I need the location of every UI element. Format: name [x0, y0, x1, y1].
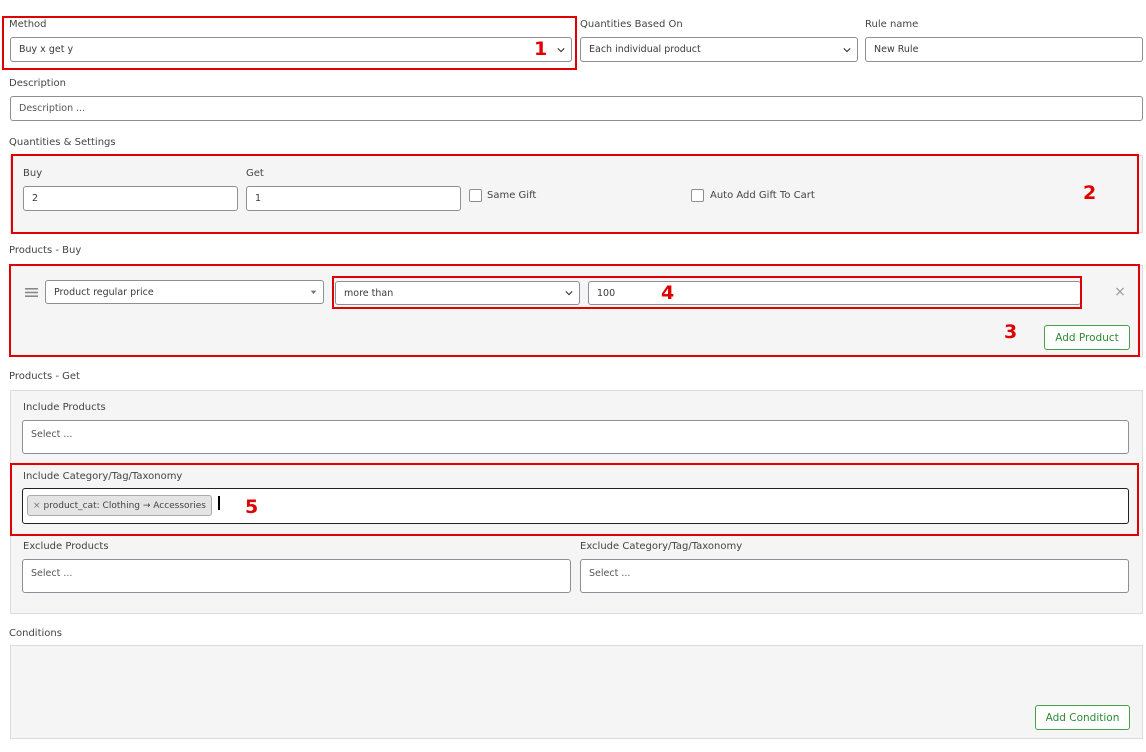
buy-quantity-input[interactable]: 2	[23, 186, 238, 211]
method-value: Buy x get y	[19, 44, 74, 55]
description-input[interactable]: Description ...	[10, 96, 1143, 121]
text-cursor	[218, 496, 220, 510]
same-gift-checkbox[interactable]	[469, 189, 482, 202]
drag-handle-icon[interactable]	[25, 287, 38, 298]
exclude-category-select[interactable]: Select ...	[580, 559, 1129, 593]
method-select[interactable]: Buy x get y	[10, 37, 572, 62]
caret-down-icon	[310, 290, 317, 295]
add-condition-button[interactable]: Add Condition	[1035, 705, 1130, 730]
quantities-based-on-select[interactable]: Each individual product	[580, 37, 858, 62]
get-quantity-input[interactable]: 1	[246, 186, 461, 211]
exclude-category-label: Exclude Category/Tag/Taxonomy	[580, 541, 743, 552]
condition-type-select[interactable]: Product regular price	[45, 280, 324, 304]
products-buy-panel	[10, 265, 1143, 357]
conditions-panel	[10, 645, 1143, 739]
category-tag: × product_cat: Clothing → Accessories	[27, 495, 212, 516]
auto-add-gift-label: Auto Add Gift To Cart	[710, 190, 815, 201]
method-label: Method	[9, 19, 47, 30]
include-products-placeholder: Select ...	[31, 429, 73, 440]
rule-name-value: New Rule	[874, 44, 919, 55]
chevron-down-icon	[565, 291, 573, 296]
buy-quantity-value: 2	[32, 193, 39, 204]
get-quantity-value: 1	[255, 193, 262, 204]
include-category-label: Include Category/Tag/Taxonomy	[23, 471, 183, 482]
description-placeholder: Description ...	[19, 103, 86, 114]
description-label: Description	[9, 78, 66, 89]
exclude-products-select[interactable]: Select ...	[22, 559, 571, 593]
category-tag-label: product_cat: Clothing → Accessories	[43, 500, 206, 511]
comparison-value: more than	[344, 287, 394, 299]
comparison-select[interactable]: more than	[335, 281, 580, 305]
exclude-category-placeholder: Select ...	[589, 568, 631, 579]
include-products-select[interactable]: Select ...	[22, 420, 1129, 454]
chevron-down-icon	[557, 47, 565, 52]
annotation-marker-3: 3	[1004, 321, 1018, 343]
annotation-marker-2: 2	[1083, 182, 1097, 204]
remove-icon[interactable]: ×	[1113, 284, 1127, 300]
include-products-label: Include Products	[23, 402, 106, 413]
buy-label: Buy	[23, 168, 43, 179]
rule-name-label: Rule name	[865, 19, 919, 30]
same-gift-label: Same Gift	[487, 190, 537, 201]
rule-name-input[interactable]: New Rule	[865, 37, 1143, 62]
condition-type-value: Product regular price	[54, 286, 154, 298]
exclude-products-placeholder: Select ...	[31, 568, 73, 579]
annotation-marker-1: 1	[534, 38, 548, 60]
amount-value: 100	[597, 287, 616, 299]
annotation-marker-5: 5	[245, 496, 259, 518]
annotation-marker-4: 4	[661, 282, 675, 304]
quantities-settings-title: Quantities & Settings	[9, 137, 116, 148]
tag-remove-icon[interactable]: ×	[33, 501, 41, 511]
quantities-based-on-value: Each individual product	[589, 44, 701, 55]
add-product-button[interactable]: Add Product	[1044, 325, 1130, 350]
exclude-products-label: Exclude Products	[23, 541, 109, 552]
products-buy-title: Products - Buy	[9, 245, 82, 256]
quantities-based-on-label: Quantities Based On	[580, 19, 683, 30]
auto-add-gift-checkbox[interactable]	[691, 189, 704, 202]
products-get-title: Products - Get	[9, 371, 80, 382]
conditions-title: Conditions	[9, 628, 62, 639]
get-label: Get	[246, 168, 264, 179]
chevron-down-icon	[843, 47, 851, 52]
